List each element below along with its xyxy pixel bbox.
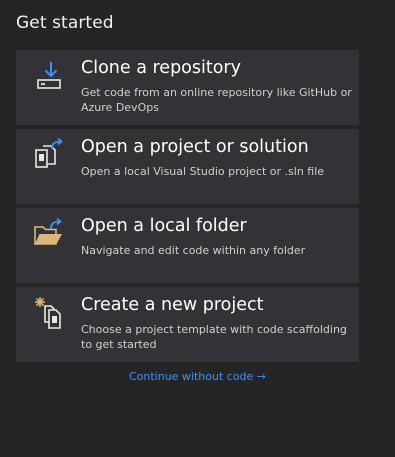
- clone-repository-button[interactable]: Clone a repository Get code from an onli…: [16, 50, 359, 125]
- open-folder-button[interactable]: Open a local folder Navigate and edit co…: [16, 208, 359, 283]
- option-description: Get code from an online repository like …: [81, 86, 352, 114]
- option-description: Choose a project template with code scaf…: [81, 323, 347, 351]
- open-project-icon: [32, 137, 66, 171]
- option-title: Open a project or solution: [81, 137, 309, 157]
- open-folder-icon: [32, 216, 66, 250]
- page-title: Get started: [16, 13, 114, 33]
- option-description: Open a local Visual Studio project or .s…: [81, 165, 325, 178]
- option-description: Navigate and edit code within any folder: [81, 244, 306, 257]
- option-title: Open a local folder: [81, 216, 247, 236]
- continue-without-code-link[interactable]: Continue without code →: [0, 370, 395, 383]
- open-project-button[interactable]: Open a project or solution Open a local …: [16, 129, 359, 204]
- option-title: Clone a repository: [81, 58, 241, 78]
- download-icon: [32, 58, 66, 92]
- new-project-icon: [32, 295, 66, 329]
- option-title: Create a new project: [81, 295, 264, 315]
- create-project-button[interactable]: Create a new project Choose a project te…: [16, 287, 359, 362]
